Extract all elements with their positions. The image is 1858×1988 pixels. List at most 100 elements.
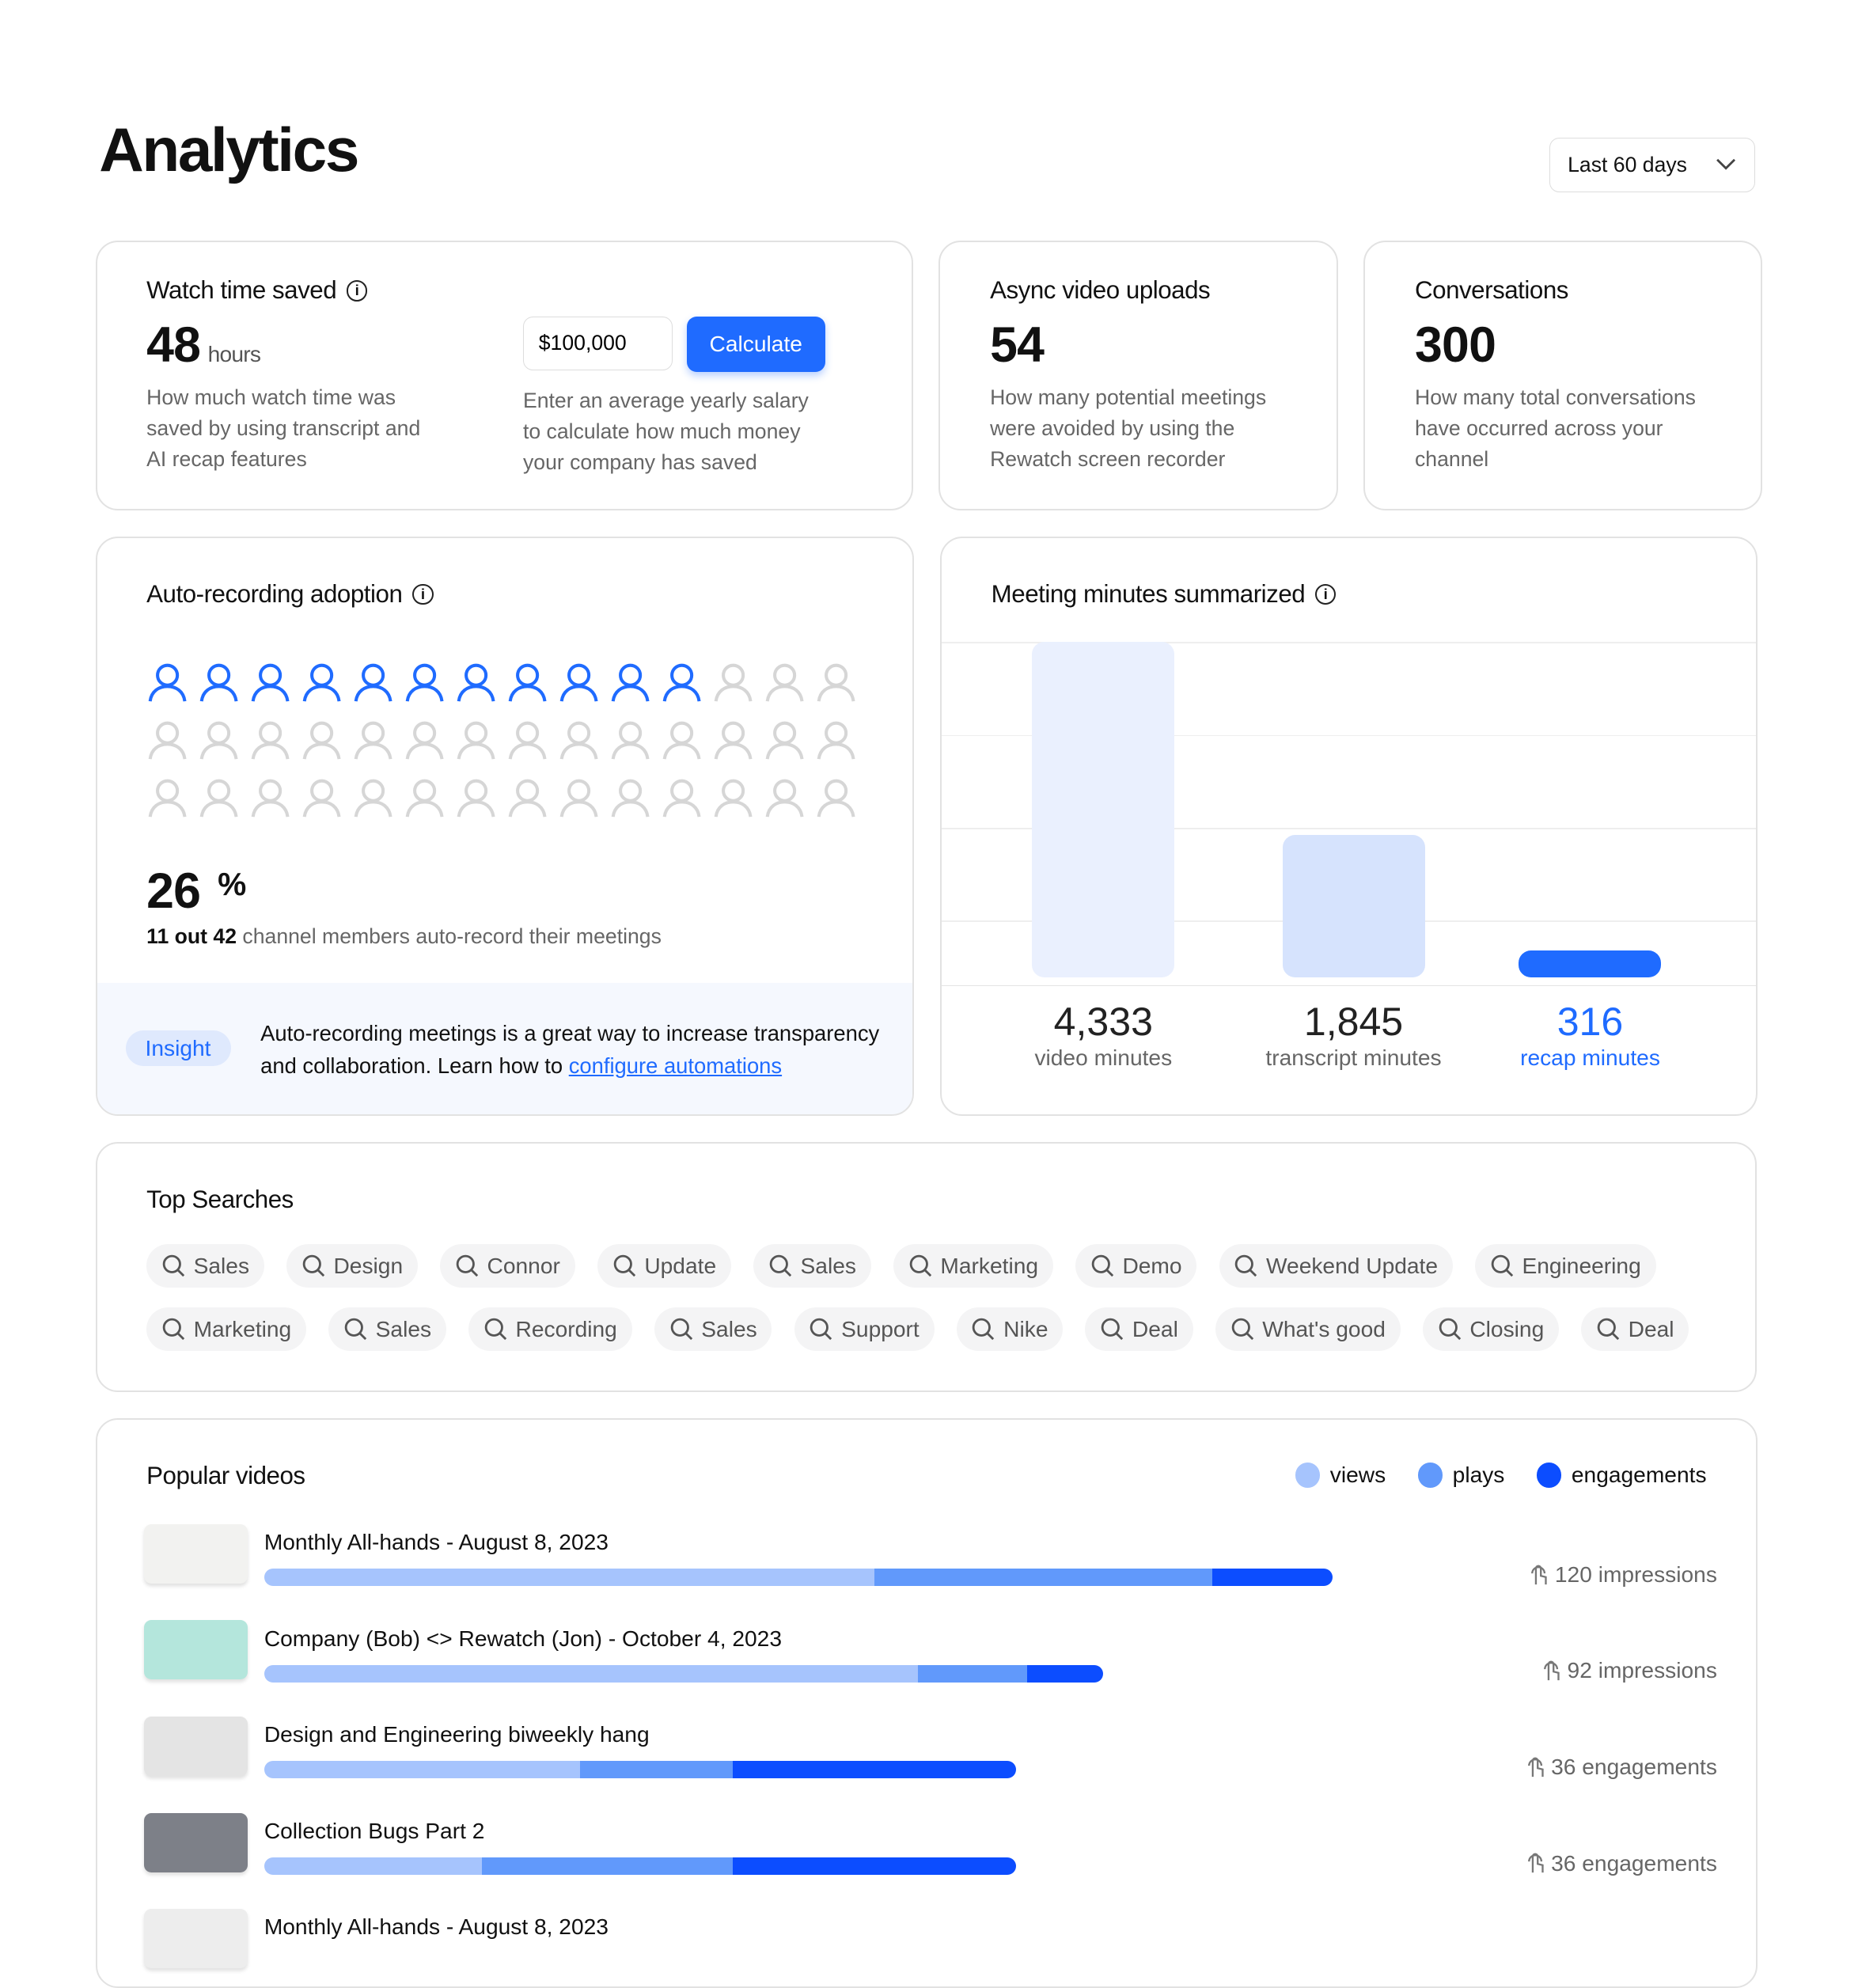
search-chip-label: Deal [1132, 1315, 1178, 1341]
plays-segment [482, 1857, 734, 1875]
minutes-bar [1032, 642, 1175, 978]
member-inactive-icon [815, 662, 866, 709]
member-inactive-icon [506, 719, 558, 767]
chevron-down-icon [1716, 158, 1735, 170]
search-chip-label: Sales [800, 1252, 856, 1278]
search-chip[interactable]: Update [597, 1243, 731, 1288]
video-thumbnail[interactable] [143, 1716, 248, 1777]
card-title: Async video uploads [990, 276, 1211, 305]
video-title[interactable]: Monthly All-hands - August 8, 2023 [264, 1914, 609, 1940]
video-row[interactable]: Monthly All-hands - August 8, 2023 [143, 1909, 1717, 1983]
member-active-icon [506, 662, 558, 709]
date-range-select[interactable]: Last 60 days [1549, 137, 1756, 192]
search-chip[interactable]: Weekend Update [1219, 1243, 1453, 1288]
info-icon[interactable]: i [1314, 583, 1337, 605]
tap-icon [1544, 1660, 1560, 1681]
minutes-value: 1,845 [1303, 1000, 1404, 1045]
minutes-value: 4,333 [1053, 1000, 1153, 1045]
minutes-label: video minutes [1034, 1045, 1173, 1071]
search-icon [973, 1318, 995, 1340]
member-inactive-icon [661, 719, 712, 767]
search-chip[interactable]: What's good [1215, 1307, 1401, 1351]
engagements-segment [733, 1857, 1017, 1875]
minutes-label: transcript minutes [1265, 1045, 1442, 1071]
search-chip[interactable]: Demo [1075, 1243, 1197, 1288]
member-inactive-icon [764, 719, 815, 767]
search-chip[interactable]: Sales [753, 1243, 871, 1288]
info-icon[interactable]: i [346, 280, 368, 302]
search-chip[interactable]: Closing [1422, 1307, 1560, 1351]
engagements-segment [1212, 1569, 1333, 1586]
plays-segment [874, 1569, 1213, 1586]
video-title[interactable]: Company (Bob) <> Rewatch (Jon) - October… [264, 1626, 782, 1652]
search-chip[interactable]: Marketing [893, 1243, 1053, 1288]
video-thumbnail[interactable] [143, 1523, 248, 1584]
salary-input[interactable] [522, 316, 673, 371]
watch-desc: How much watch time was saved by using t… [146, 385, 421, 471]
uploads-desc: How many potential meetings were avoided… [990, 385, 1267, 471]
video-stats-bar [264, 1569, 1354, 1586]
search-chip[interactable]: Marketing [146, 1307, 306, 1351]
search-chip[interactable]: Sales [654, 1307, 772, 1351]
search-chip-label: Closing [1469, 1315, 1545, 1341]
minutes-card: Meeting minutes summarized i 4,333 video m… [940, 536, 1758, 1117]
video-stats-bar [264, 1857, 1354, 1875]
search-chip[interactable]: Connor [440, 1243, 575, 1288]
card-title: Meeting minutes summarized [991, 579, 1306, 608]
search-icon [670, 1318, 692, 1340]
search-chip-label: Engineering [1522, 1252, 1641, 1278]
search-chip[interactable]: Sales [146, 1243, 264, 1288]
search-chip[interactable]: Sales [328, 1307, 446, 1351]
popular-videos-card: Popular videos views plays engagements Mon… [95, 1418, 1758, 1988]
video-row[interactable]: Design and Engineering biweekly hang 36 … [143, 1716, 1717, 1791]
video-row[interactable]: Collection Bugs Part 2 36 engagements [143, 1812, 1717, 1887]
video-row[interactable]: Company (Bob) <> Rewatch (Jon) - October… [143, 1620, 1717, 1694]
video-row[interactable]: Monthly All-hands - August 8, 2023 120 i… [143, 1523, 1717, 1599]
video-title[interactable]: Design and Engineering biweekly hang [264, 1721, 650, 1747]
search-chip[interactable]: Support [794, 1307, 935, 1351]
search-chip[interactable]: Deal [1085, 1307, 1193, 1351]
video-thumbnail[interactable] [143, 1909, 248, 1969]
video-stat: 36 engagements [1551, 1850, 1717, 1876]
search-chip[interactable]: Recording [468, 1307, 632, 1351]
uploads-value: 54 [990, 317, 1045, 373]
member-inactive-icon [352, 719, 404, 767]
search-chip[interactable]: Design [286, 1243, 418, 1288]
search-icon [1235, 1254, 1257, 1277]
member-inactive-icon [712, 662, 764, 709]
plays-segment [580, 1761, 734, 1779]
search-chip[interactable]: Nike [956, 1307, 1064, 1351]
search-icon [909, 1254, 931, 1277]
search-icon [613, 1254, 635, 1277]
legend-item: views [1295, 1462, 1386, 1488]
member-inactive-icon [558, 777, 609, 825]
video-title[interactable]: Monthly All-hands - August 8, 2023 [264, 1529, 609, 1555]
search-chip-label: Marketing [940, 1252, 1039, 1278]
member-inactive-icon [609, 777, 661, 825]
search-icon [344, 1318, 367, 1340]
search-chip-label: Sales [701, 1315, 757, 1341]
configure-automations-link[interactable]: configure automations [569, 1053, 782, 1078]
search-chip-label: Connor [487, 1252, 560, 1278]
search-chip[interactable]: Engineering [1474, 1243, 1656, 1288]
tap-icon [1527, 1757, 1544, 1777]
member-inactive-icon [609, 719, 661, 767]
search-chip[interactable]: Deal [1581, 1307, 1689, 1351]
calc-desc: Enter an average yearly salary to calcul… [522, 389, 809, 475]
member-inactive-icon [352, 777, 404, 825]
member-active-icon [198, 662, 249, 709]
info-icon[interactable]: i [411, 583, 434, 605]
date-range-value: Last 60 days [1568, 152, 1687, 176]
calculate-button[interactable]: Calculate [686, 316, 825, 372]
views-segment [264, 1761, 581, 1779]
search-chip-label: Sales [193, 1252, 250, 1278]
video-stats-bar [264, 1664, 1354, 1683]
minutes-bar [1519, 950, 1662, 978]
engagements-segment [1027, 1664, 1104, 1683]
video-thumbnail[interactable] [143, 1812, 248, 1872]
conversations-value: 300 [1415, 317, 1496, 373]
member-active-icon [249, 662, 301, 709]
video-thumbnail[interactable] [143, 1620, 248, 1680]
video-title[interactable]: Collection Bugs Part 2 [264, 1818, 485, 1844]
member-inactive-icon [198, 777, 249, 825]
